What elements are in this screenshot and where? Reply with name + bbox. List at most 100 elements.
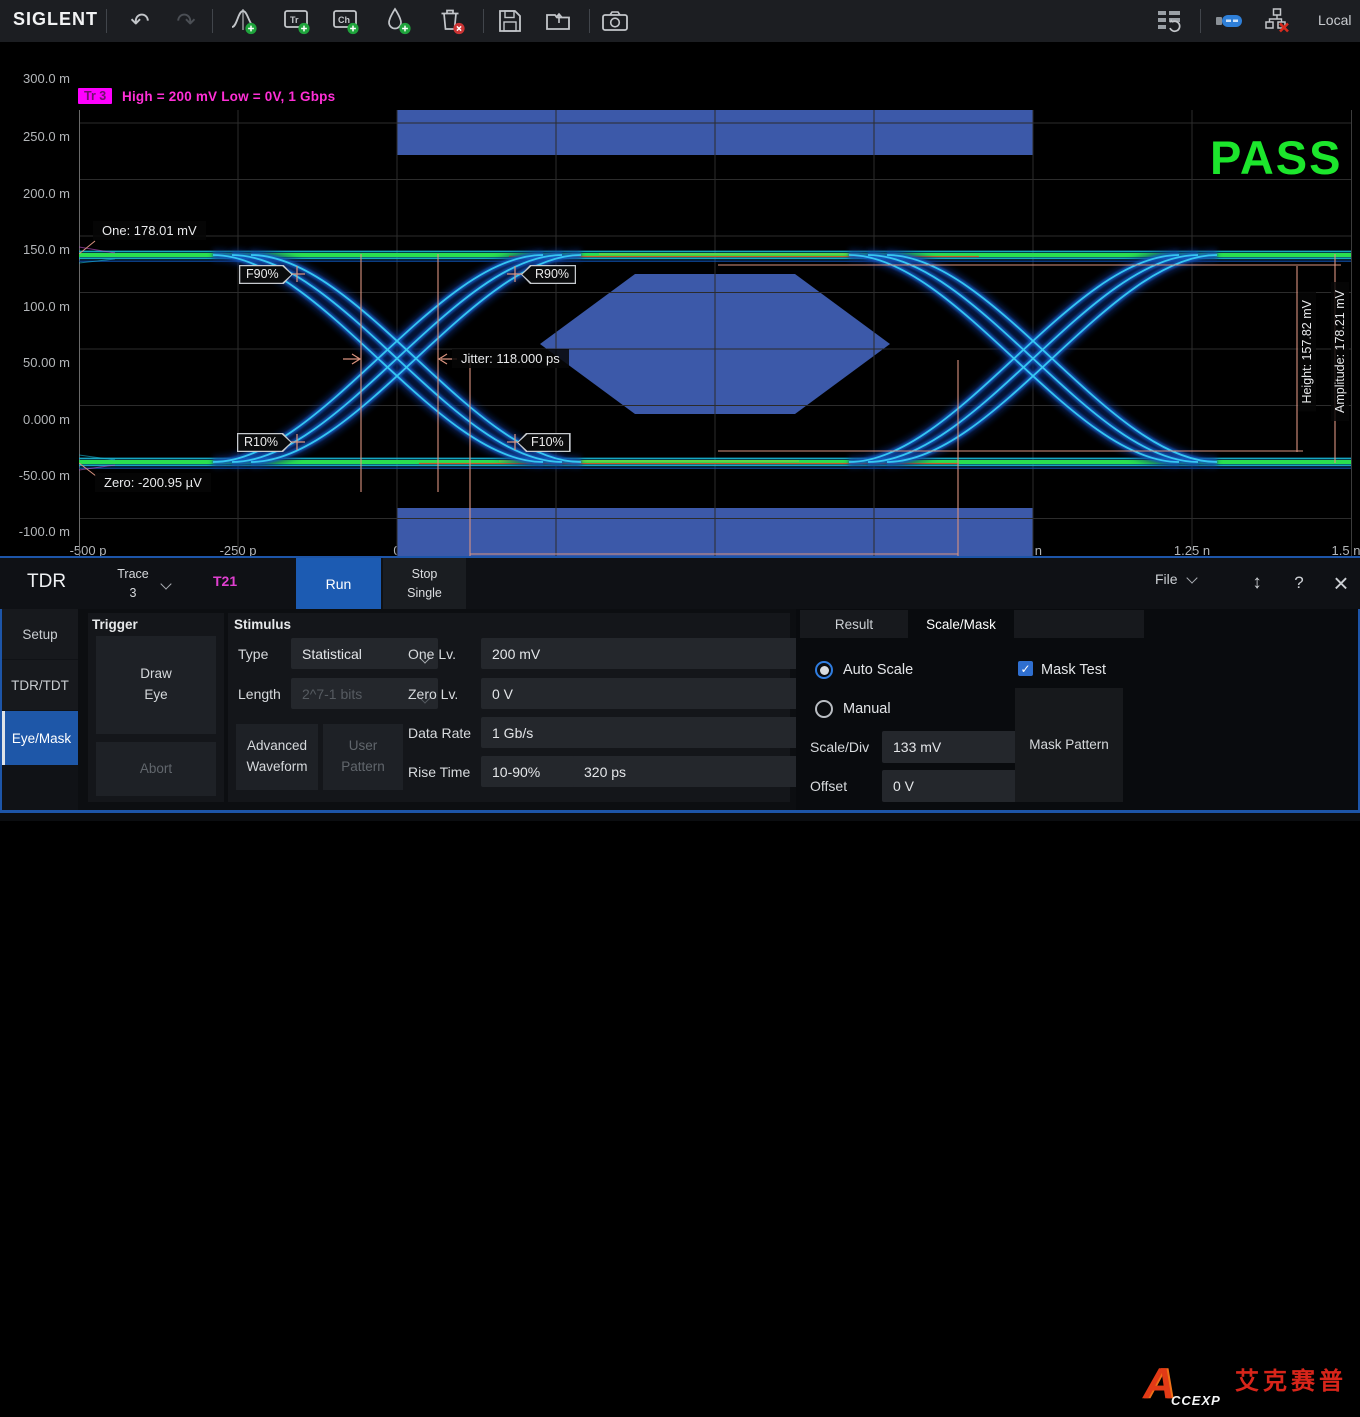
draw-eye-button[interactable]: Draw Eye (96, 636, 216, 734)
top-toolbar: SIGLENT ↶ ↷ Tr Ch (0, 0, 1360, 42)
redo-icon: ↷ (176, 10, 195, 33)
settings-panel: Setup TDR/TDT Eye/Mask Trigger Draw Eye … (0, 609, 1360, 810)
length-label: Length (238, 686, 281, 702)
brand-logo: SIGLENT (13, 9, 98, 30)
result-tabbar: Result Scale/Mask (800, 610, 1144, 638)
help-icon: ? (1294, 573, 1303, 593)
trace-selector-label: Trace (104, 565, 162, 583)
redo-button[interactable]: ↷ (170, 5, 202, 37)
abort-button[interactable]: Abort (96, 742, 216, 796)
stop-single-button[interactable]: Stop Single (383, 558, 466, 609)
r10-marker-flag: R10% (237, 433, 292, 452)
y-tick-label: -100.0 m (4, 524, 70, 540)
trigger-header: Trigger (92, 617, 138, 632)
divider (212, 9, 213, 33)
network-status-button[interactable] (1262, 5, 1294, 37)
delete-button[interactable] (436, 5, 468, 37)
run-button[interactable]: Run (296, 558, 381, 609)
trigger-section: Trigger Draw Eye Abort (88, 613, 224, 802)
trace-selector-value: 3 (104, 584, 162, 602)
add-function-icon (229, 7, 259, 35)
one-level-field-label: One Lv. (408, 646, 456, 662)
stimulus-section: Stimulus Type Statistical One Lv. 200 mV… (228, 613, 790, 802)
add-trace-button[interactable]: Tr (281, 5, 313, 37)
undo-button[interactable]: ↶ (124, 5, 156, 37)
y-tick-label: 200.0 m (4, 186, 70, 202)
auto-scale-label: Auto Scale (843, 662, 913, 678)
one-level-label: One: 178.01 mV (93, 221, 206, 240)
one-level-input[interactable]: 200 mV (481, 638, 818, 669)
zero-level-input[interactable]: 0 V (481, 678, 818, 709)
r90-marker-flag: R90% (521, 265, 576, 284)
offset-label: Offset (810, 778, 847, 794)
data-rate-label: Data Rate (408, 725, 471, 741)
window-border-left (0, 609, 2, 810)
accexp-logo-mark: A (1143, 1359, 1175, 1409)
sidebar-item-setup[interactable]: Setup (2, 609, 78, 659)
rise-time-input[interactable]: 320 ps (573, 756, 818, 787)
f90-marker-flag: F90% (239, 265, 293, 284)
file-menu[interactable]: File (1155, 571, 1196, 587)
auto-scale-radio[interactable] (815, 661, 833, 679)
f10-marker-flag: F10% (517, 433, 571, 452)
sidebar-item-tdr-tdt[interactable]: TDR/TDT (2, 660, 78, 710)
divider (106, 9, 107, 33)
mask-test-checkbox[interactable]: ✓ (1018, 661, 1033, 676)
updown-arrow-icon: ↕ (1252, 572, 1262, 594)
resize-panel-button[interactable]: ↕ (1242, 568, 1272, 598)
accexp-logo: A CCEXP 艾克赛普 (1143, 1357, 1358, 1417)
mask-test-result: PASS (1210, 130, 1343, 185)
control-bar: TDR Trace 3 T21 Run Stop Single File ↕ ?… (0, 558, 1360, 609)
add-channel-button[interactable]: Ch (330, 5, 362, 37)
sidebar-item-eye-mask[interactable]: Eye/Mask (2, 711, 78, 765)
usb-device-icon (1214, 7, 1244, 35)
tab-result[interactable]: Result (800, 610, 908, 638)
add-function-button[interactable] (228, 5, 260, 37)
window-bottom-strip (0, 813, 1360, 821)
accexp-logo-cn: 艾克赛普 (1235, 1361, 1347, 1396)
eye-diagram (79, 110, 1353, 579)
height-label: Height: 157.82 mV (1298, 292, 1316, 412)
divider (483, 9, 484, 33)
close-icon: × (1333, 568, 1348, 599)
open-folder-icon (544, 7, 574, 35)
help-button[interactable]: ? (1284, 568, 1314, 598)
y-tick-label: 150.0 m (4, 242, 70, 258)
trace-selector[interactable]: Trace 3 (104, 562, 188, 605)
mask-pattern-button[interactable]: Mask Pattern (1015, 688, 1123, 802)
scale-mask-panel: Result Scale/Mask Auto Scale Manual Scal… (796, 609, 1358, 810)
data-rate-input[interactable]: 1 Gb/s (481, 717, 818, 748)
add-marker-icon (383, 7, 413, 35)
divider (589, 9, 590, 33)
tab-scale-mask[interactable]: Scale/Mask (908, 610, 1014, 638)
close-panel-button[interactable]: × (1326, 568, 1356, 598)
y-tick-label: 100.0 m (4, 299, 70, 315)
trace-info-label: High = 200 mV Low = 0V, 1 Gbps (122, 89, 335, 104)
delete-trash-icon (437, 7, 467, 35)
svg-text:Ch: Ch (338, 15, 350, 25)
panel-sidebar: Setup TDR/TDT Eye/Mask (2, 609, 78, 810)
undo-icon: ↶ (130, 10, 149, 33)
trace-badge: Tr 3 (78, 88, 112, 104)
mask-test-label: Mask Test (1041, 662, 1106, 678)
stimulus-header: Stimulus (234, 617, 291, 632)
manual-radio[interactable] (815, 700, 833, 718)
add-trace-icon: Tr (282, 7, 312, 35)
open-file-button[interactable] (543, 5, 575, 37)
rise-time-label: Rise Time (408, 764, 470, 780)
zero-level-label: Zero: -200.95 µV (95, 473, 211, 492)
app-title: TDR (27, 571, 66, 593)
usb-device-button[interactable] (1213, 5, 1245, 37)
y-tick-label: 0.000 m (4, 412, 70, 428)
session-list-button[interactable] (1153, 5, 1185, 37)
amplitude-label: Amplitude: 178.21 mV (1331, 282, 1349, 421)
y-tick-label: 300.0 m (4, 71, 70, 87)
screenshot-button[interactable] (599, 5, 631, 37)
add-marker-button[interactable] (382, 5, 414, 37)
save-button[interactable] (494, 5, 526, 37)
user-pattern-button[interactable]: User Pattern (323, 724, 403, 790)
session-list-sync-icon (1154, 7, 1184, 35)
zero-level-field-label: Zero Lv. (408, 686, 458, 702)
chevron-down-icon (160, 578, 171, 589)
advanced-waveform-button[interactable]: Advanced Waveform (236, 724, 318, 790)
